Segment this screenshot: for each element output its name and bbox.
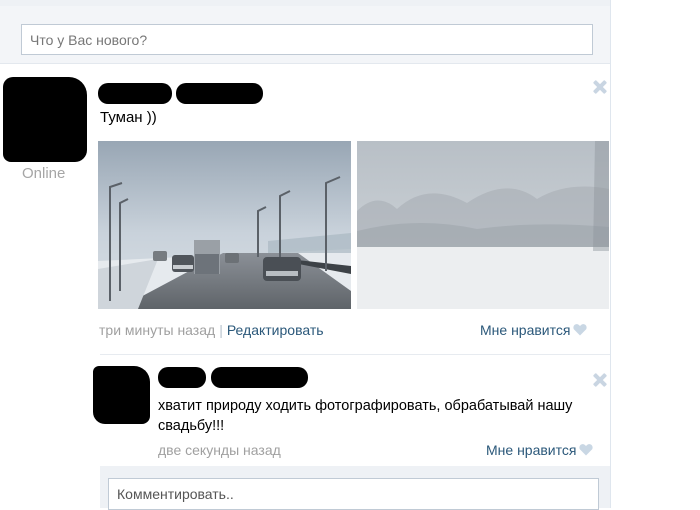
panel-border [610, 0, 611, 508]
comment-input[interactable]: Комментировать.. [108, 478, 599, 510]
delete-post-close-icon[interactable] [593, 80, 607, 94]
comment-author-avatar[interactable] [93, 366, 150, 424]
post-photo-highway[interactable] [98, 141, 351, 309]
status-input[interactable]: Что у Вас нового? [21, 24, 593, 55]
post-text: Туман )) [100, 109, 157, 126]
post-time-link[interactable]: три минуты назад [99, 322, 215, 338]
post-like-label: Мне нравится [480, 322, 571, 338]
comment-like-button[interactable]: Мне нравится [486, 442, 594, 458]
comment-author-first-name[interactable] [158, 367, 206, 388]
comment-text: хватит природу ходить фотографировать, о… [158, 398, 573, 434]
status-area: Что у Вас нового? [0, 6, 610, 64]
post-comment-divider [100, 354, 610, 355]
post-meta: три минуты назад | Редактировать [99, 322, 324, 338]
delete-comment-close-icon[interactable] [593, 373, 607, 387]
comment-like-label: Мне нравится [486, 442, 577, 458]
post-author-last-name[interactable] [176, 83, 263, 104]
meta-separator: | [219, 322, 223, 338]
edit-post-link[interactable]: Редактировать [227, 322, 324, 338]
post-author-avatar[interactable] [3, 77, 87, 162]
heart-icon [573, 324, 588, 336]
online-status: Online [22, 165, 66, 182]
post-author-first-name[interactable] [98, 83, 172, 104]
post-like-button[interactable]: Мне нравится [480, 322, 588, 338]
comment-author-last-name[interactable] [211, 367, 308, 388]
post-photo-field[interactable] [357, 141, 609, 309]
heart-icon [579, 444, 594, 456]
comment-time-link[interactable]: две секунды назад [158, 442, 281, 458]
